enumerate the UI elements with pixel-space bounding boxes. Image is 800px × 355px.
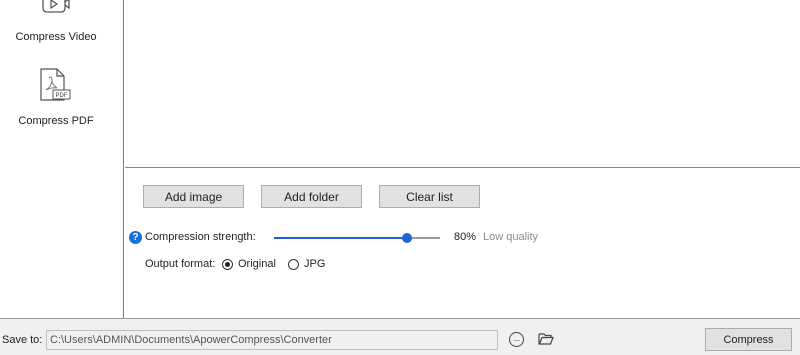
controls-panel: Add image Add folder Clear list ? Compre… [125, 169, 800, 318]
add-folder-button[interactable]: Add folder [261, 185, 362, 208]
original-radio[interactable] [222, 259, 233, 270]
output-format-label: Output format: [145, 258, 216, 270]
compression-strength-label: Compression strength: [145, 231, 256, 243]
clear-list-button[interactable]: Clear list [379, 185, 480, 208]
jpg-radio[interactable] [288, 259, 299, 270]
jpg-option-label[interactable]: JPG [304, 258, 325, 270]
file-list-area[interactable] [125, 0, 800, 168]
save-to-label: Save to: [2, 334, 43, 346]
bottom-bar: Save to: C:\Users\ADMIN\Documents\Apower… [0, 318, 800, 355]
compression-slider-thumb[interactable] [401, 233, 412, 243]
compression-quality-label: Low quality [483, 231, 539, 243]
more-options-icon[interactable]: ··· [509, 332, 524, 347]
compression-value: 80% [454, 231, 477, 243]
video-file-icon [42, 0, 70, 13]
pdf-file-icon: PDF [40, 68, 71, 101]
pdf-badge: PDF [56, 93, 68, 99]
original-option-label[interactable]: Original [238, 258, 276, 270]
compress-button[interactable]: Compress [705, 328, 792, 351]
save-path-field[interactable]: C:\Users\ADMIN\Documents\ApowerCompress\… [46, 330, 498, 350]
compression-slider-track[interactable] [274, 237, 440, 239]
help-icon[interactable]: ? [129, 231, 142, 244]
add-image-button[interactable]: Add image [143, 185, 244, 208]
sidebar-item-label: Compress Video [15, 31, 97, 43]
sidebar-item-label: Compress PDF [18, 115, 94, 127]
compression-slider-fill [274, 237, 407, 239]
sidebar: Compress Video PDF Compress PDF [0, 0, 124, 318]
open-folder-icon[interactable] [538, 332, 554, 346]
